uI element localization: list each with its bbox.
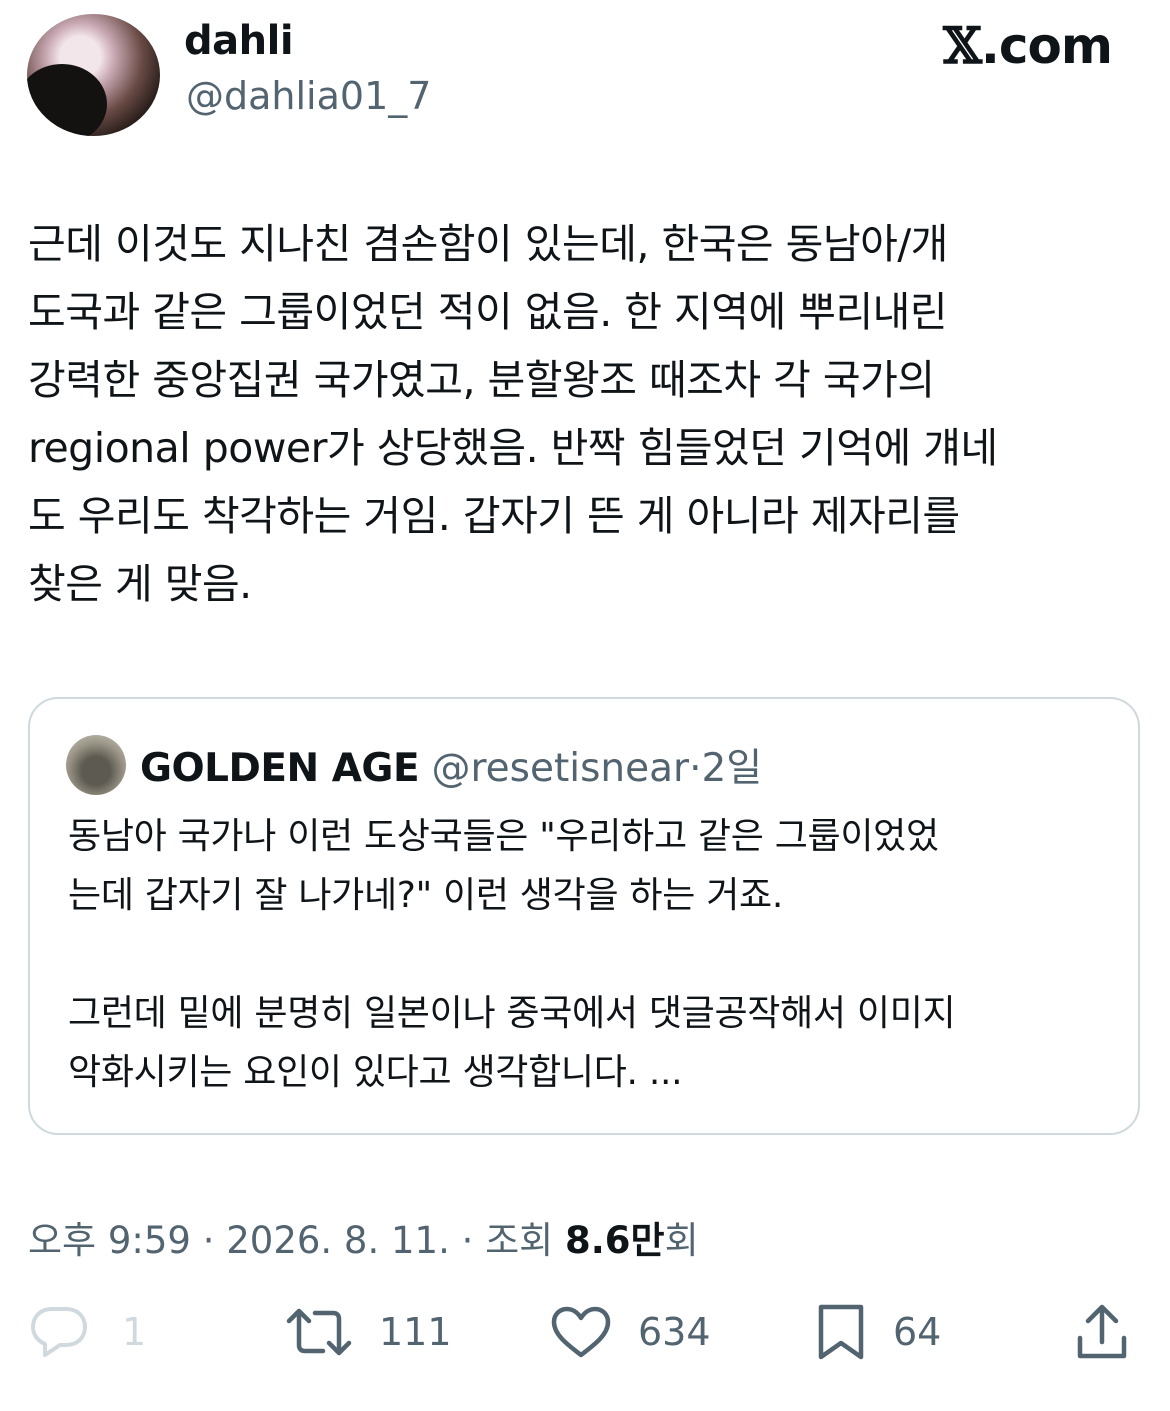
retweet-button[interactable]: 111 xyxy=(285,1300,452,1364)
reply-button[interactable]: 1 xyxy=(30,1300,146,1364)
x-logo-icon: 𝕏 xyxy=(943,16,982,75)
views-suffix: 회 xyxy=(664,1219,699,1262)
views-label: 조회 xyxy=(485,1219,554,1262)
quote-separator: · xyxy=(689,746,702,791)
bookmark-count: 64 xyxy=(893,1310,942,1354)
reply-count: 1 xyxy=(122,1310,147,1354)
quote-header: GOLDEN AGE @resetisnear·2일 xyxy=(140,737,762,793)
author-display-name[interactable]: dahli xyxy=(184,18,294,64)
retweet-icon xyxy=(286,1308,352,1356)
x-logo-suffix: .com xyxy=(980,17,1113,75)
views-count: 8.6만 xyxy=(564,1219,665,1262)
like-count: 634 xyxy=(638,1310,711,1354)
share-button[interactable] xyxy=(1074,1300,1130,1364)
quote-age: 2일 xyxy=(701,746,763,791)
quote-display-name[interactable]: GOLDEN AGE xyxy=(140,746,420,791)
tweet-date[interactable]: 2026. 8. 11. xyxy=(226,1219,450,1262)
avatar-hat xyxy=(27,64,107,136)
tweet-meta: 오후 9:59 · 2026. 8. 11. · 조회 8.6만회 xyxy=(28,1210,699,1264)
bookmark-icon xyxy=(818,1304,864,1360)
like-button[interactable]: 634 xyxy=(550,1300,711,1364)
author-handle[interactable]: @dahlia01_7 xyxy=(186,74,431,118)
quote-handle[interactable]: @resetisnear xyxy=(432,746,690,791)
x-com-logo: 𝕏.com xyxy=(943,16,1113,75)
meta-separator: · xyxy=(202,1219,215,1262)
tweet-time[interactable]: 오후 9:59 xyxy=(28,1219,191,1262)
quote-text: 동남아 국가나 이런 도상국들은 "우리하고 같은 그룹이었었 는데 갑자기 잘… xyxy=(68,816,956,1093)
speech-bubble-icon xyxy=(31,1307,87,1357)
quote-avatar[interactable] xyxy=(66,735,126,795)
meta-separator: · xyxy=(461,1219,474,1262)
share-icon xyxy=(1077,1304,1127,1359)
tweet-text: 근데 이것도 지나친 겸손함이 있는데, 한국은 동남아/개 도국과 같은 그룹… xyxy=(28,220,998,608)
avatar[interactable] xyxy=(27,14,160,136)
bookmark-button[interactable]: 64 xyxy=(815,1300,941,1364)
heart-icon xyxy=(551,1306,611,1358)
retweet-count: 111 xyxy=(379,1310,452,1354)
quote-tweet-card[interactable]: GOLDEN AGE @resetisnear·2일 동남아 국가나 이런 도상… xyxy=(28,697,1140,1135)
